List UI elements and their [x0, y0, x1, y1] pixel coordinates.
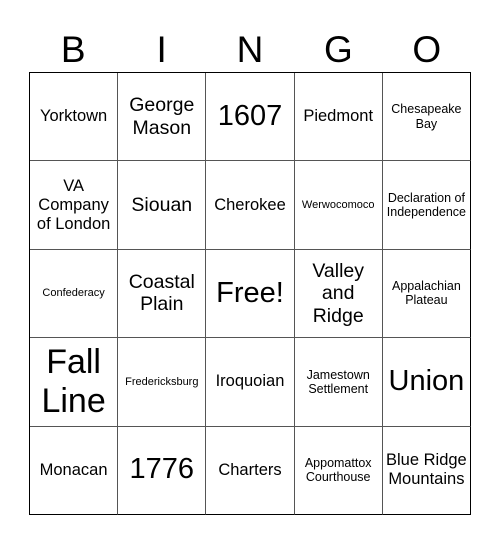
bingo-cell-text: Appalachian Plateau — [391, 279, 461, 308]
bingo-cell[interactable]: Coastal Plain — [118, 249, 207, 339]
bingo-cell[interactable]: 1607 — [206, 73, 295, 162]
bingo-cell-text: Fredericksburg — [125, 375, 199, 388]
bingo-cell[interactable]: VA Company of London — [30, 161, 119, 250]
bingo-cell-text: Coastal Plain — [128, 271, 195, 316]
bingo-cell-text: Jamestown Settlement — [306, 367, 370, 396]
bingo-cell[interactable]: Werwocomoco — [294, 161, 383, 250]
bingo-cell[interactable]: 1776 — [118, 426, 207, 515]
bingo-cell[interactable]: Iroquoian — [206, 338, 295, 427]
bingo-cell-text: 1607 — [217, 99, 283, 132]
bingo-cell-text: 1776 — [129, 453, 195, 486]
bingo-cell-text: Werwocomoco — [301, 198, 375, 211]
bingo-cell-text: George Mason — [129, 94, 195, 139]
bingo-cell-text: Charters — [218, 460, 282, 479]
bingo-cell-text: Cherokee — [214, 195, 286, 214]
bingo-cell[interactable]: Jamestown Settlement — [294, 338, 383, 427]
bingo-cell-text: Fall Line — [41, 342, 106, 420]
bingo-header: B I N G O — [29, 28, 471, 72]
free-space-cell[interactable]: Free! — [206, 249, 295, 339]
bingo-cell-text: Union — [388, 364, 465, 397]
bingo-cell[interactable]: Piedmont — [294, 73, 383, 162]
bingo-cell-text: VA Company of London — [36, 176, 111, 233]
bingo-cell-text: Piedmont — [303, 107, 374, 126]
bingo-cell[interactable]: Fredericksburg — [118, 338, 207, 427]
bingo-cell[interactable]: Monacan — [30, 426, 119, 515]
bingo-cell[interactable]: Appomattox Courthouse — [294, 426, 383, 515]
bingo-cell[interactable]: Valley and Ridge — [294, 249, 383, 339]
header-letter-g: G — [324, 29, 353, 70]
bingo-cell[interactable]: Declaration of Independence — [382, 161, 471, 250]
bingo-cell-text: Yorktown — [39, 107, 108, 126]
header-letter-n: N — [236, 29, 264, 70]
bingo-cell[interactable]: Chesapeake Bay — [382, 73, 471, 162]
bingo-cell[interactable]: George Mason — [118, 73, 207, 162]
bingo-grid: Yorktown George Mason 1607 Piedmont Chesapea… — [29, 72, 471, 515]
bingo-cell-text: Free! — [216, 276, 284, 309]
bingo-cell-text: Chesapeake Bay — [391, 102, 462, 131]
bingo-cell[interactable]: Charters — [206, 426, 295, 515]
header-letter-i: I — [156, 29, 167, 70]
bingo-cell-text: Monacan — [39, 460, 108, 479]
bingo-cell-text: Confederacy — [42, 287, 105, 300]
header-letter-b: B — [60, 29, 86, 70]
bingo-cell-text: Appomattox Courthouse — [304, 455, 372, 485]
bingo-cell[interactable]: Yorktown — [30, 73, 119, 162]
bingo-cell-text: Siouan — [131, 193, 193, 216]
bingo-cell[interactable]: Cherokee — [206, 161, 295, 250]
bingo-cell[interactable]: Blue Ridge Mountains — [382, 426, 471, 515]
bingo-cell-text: Iroquoian — [215, 372, 285, 391]
bingo-cell-text: Valley and Ridge — [312, 259, 365, 327]
bingo-cell[interactable]: Appalachian Plateau — [382, 249, 471, 339]
bingo-cell[interactable]: Union — [382, 338, 471, 427]
header-letter-o: O — [412, 29, 442, 70]
bingo-cell[interactable]: Siouan — [118, 161, 207, 250]
bingo-cell-text: Declaration of Independence — [386, 190, 467, 220]
bingo-cell-text: Blue Ridge Mountains — [386, 451, 467, 489]
bingo-cell[interactable]: Fall Line — [30, 338, 119, 427]
bingo-cell[interactable]: Confederacy — [30, 249, 119, 339]
